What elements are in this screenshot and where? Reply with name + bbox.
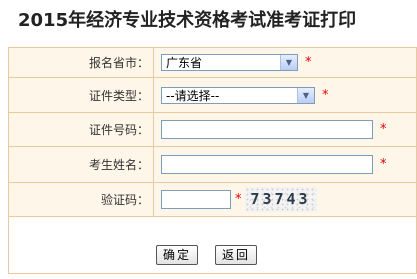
- page-title: 2015年经济专业技术资格考试准考证打印: [18, 10, 357, 31]
- captcha-input[interactable]: [161, 190, 231, 209]
- admission-ticket-form: 报名省市： 广东省 ▼ * 证件类型： --请选择-- ▼ * 证件号码： *: [8, 47, 417, 274]
- name-label: 考生姓名：: [8, 146, 154, 183]
- id-type-row: 证件类型： --请选择-- ▼ *: [8, 77, 417, 113]
- buttons-cell: 确定 返回: [8, 216, 417, 274]
- required-mark: *: [322, 87, 329, 103]
- id-type-cell: --请选择-- ▼ *: [153, 77, 417, 113]
- province-select[interactable]: 广东省 ▼: [161, 54, 298, 71]
- id-number-input[interactable]: [161, 120, 373, 139]
- name-cell: *: [153, 146, 417, 183]
- captcha-cell: * 73743: [153, 182, 417, 217]
- chevron-down-icon[interactable]: ▼: [280, 55, 297, 70]
- captcha-text: 73743: [250, 190, 311, 208]
- province-label: 报名省市：: [8, 47, 154, 78]
- province-cell: 广东省 ▼ *: [153, 47, 417, 78]
- required-mark: *: [380, 157, 387, 172]
- id-number-row: 证件号码： *: [8, 112, 417, 147]
- captcha-image[interactable]: 73743: [244, 187, 317, 212]
- confirm-button[interactable]: 确定: [156, 245, 199, 265]
- chevron-down-icon[interactable]: ▼: [297, 87, 314, 103]
- page: 2015年经济专业技术资格考试准考证打印 报名省市： 广东省 ▼ * 证件类型：…: [0, 0, 417, 279]
- required-mark: *: [380, 122, 387, 137]
- name-input[interactable]: [161, 155, 373, 174]
- required-mark: *: [235, 192, 242, 207]
- id-type-select[interactable]: --请选择-- ▼: [161, 86, 315, 104]
- id-number-cell: *: [153, 112, 417, 147]
- province-selected-value: 广东省: [166, 56, 203, 70]
- back-button[interactable]: 返回: [215, 245, 258, 265]
- captcha-row: 验证码： * 73743: [8, 182, 417, 217]
- id-type-selected-value: --请选择--: [166, 88, 220, 103]
- id-type-label: 证件类型：: [8, 77, 154, 113]
- name-row: 考生姓名： *: [8, 146, 417, 183]
- province-row: 报名省市： 广东省 ▼ *: [8, 47, 417, 78]
- buttons-row: 确定 返回: [8, 216, 417, 274]
- captcha-label: 验证码：: [8, 182, 154, 217]
- id-number-label: 证件号码：: [8, 112, 154, 147]
- required-mark: *: [305, 55, 312, 70]
